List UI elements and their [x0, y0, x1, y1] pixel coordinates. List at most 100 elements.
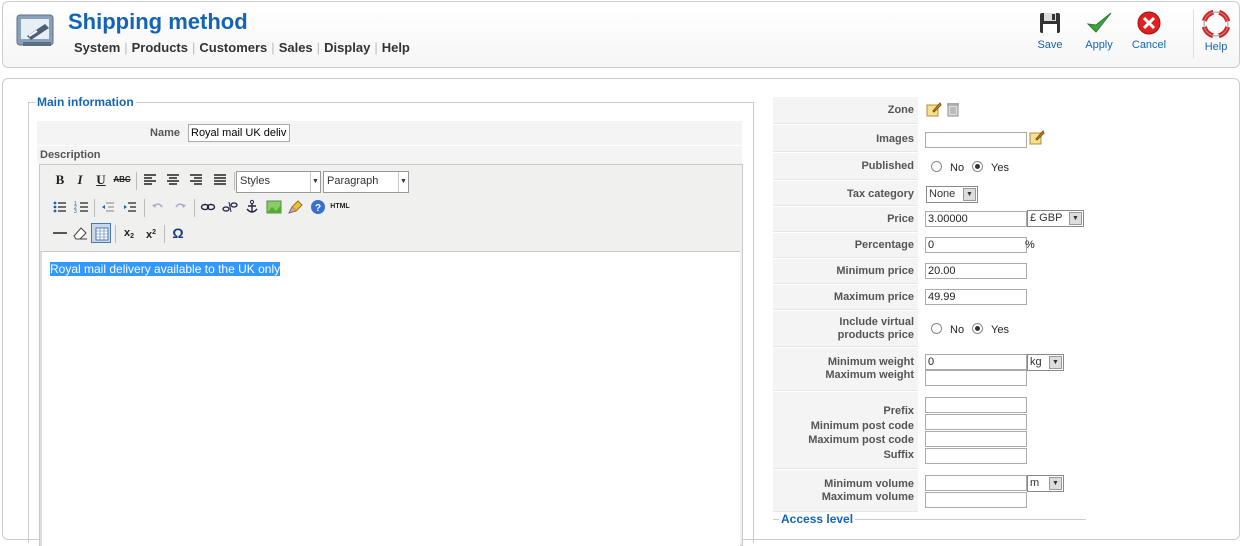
checkmark-icon	[1086, 12, 1112, 33]
chevron-down-icon: ▼	[1069, 212, 1082, 225]
link-icon[interactable]	[198, 197, 218, 217]
menu-sales[interactable]: Sales	[279, 40, 313, 55]
published-yes-radio[interactable]	[972, 161, 983, 172]
images-label: Images	[876, 133, 914, 145]
volume-unit-select[interactable]: m ▼	[1027, 475, 1064, 492]
name-input[interactable]	[188, 124, 290, 142]
subscript-icon[interactable]: x2	[119, 223, 139, 243]
percentage-input[interactable]	[925, 237, 1027, 253]
tax-category-row: Tax category None ▼	[773, 181, 1086, 206]
edit-zone-icon[interactable]	[926, 101, 942, 120]
bold-icon[interactable]: B	[50, 170, 70, 190]
tax-category-select[interactable]: None ▼	[926, 186, 978, 203]
weight-unit-select[interactable]: kg ▼	[1027, 354, 1064, 371]
format-select[interactable]: Paragraph ▼	[323, 171, 409, 193]
suffix-input[interactable]	[925, 448, 1027, 464]
virtual-no-radio[interactable]	[931, 323, 942, 334]
apply-button[interactable]: Apply	[1076, 10, 1122, 51]
menu-display[interactable]: Display	[324, 40, 370, 55]
minimum-price-label: Minimum price	[836, 265, 914, 277]
published-no-radio[interactable]	[931, 161, 942, 172]
include-virtual-row: Include virtual products price No Yes	[773, 311, 1086, 347]
main-information-fieldset: Main information Name Description B I U …	[28, 95, 754, 546]
editor-selected-text[interactable]: Royal mail delivery available to the UK …	[50, 262, 281, 276]
numbered-list-icon[interactable]: 123	[72, 197, 92, 217]
superscript-icon[interactable]: x2	[141, 223, 161, 243]
outdent-icon[interactable]	[98, 197, 118, 217]
chevron-down-icon: ▼	[1049, 356, 1062, 369]
maximum-price-label: Maximum price	[833, 291, 914, 303]
editor-separator	[144, 199, 145, 217]
horizontal-rule-icon[interactable]	[50, 223, 70, 243]
minimum-price-row: Minimum price	[773, 259, 1086, 284]
cleanup-brush-icon[interactable]	[286, 197, 306, 217]
published-row: Published No Yes	[773, 153, 1086, 180]
percentage-label-cell: Percentage	[773, 233, 918, 258]
italic-icon[interactable]: I	[70, 170, 90, 190]
underline-icon[interactable]: U	[91, 170, 111, 190]
menu-customers[interactable]: Customers	[199, 40, 267, 55]
volume-labels: Minimum volume Maximum volume	[822, 478, 914, 504]
lifebuoy-icon	[1202, 10, 1230, 38]
editor-separator	[136, 172, 137, 190]
strikethrough-icon[interactable]: ABC	[112, 170, 132, 190]
maximum-weight-input[interactable]	[925, 370, 1027, 386]
post-code-labels: Prefix Minimum post code Maximum post co…	[808, 404, 914, 462]
zone-label-cell: Zone	[773, 97, 918, 124]
maximum-volume-input[interactable]	[925, 492, 1027, 508]
editor-separator	[94, 199, 95, 217]
help-button[interactable]: Help	[1193, 10, 1239, 53]
eraser-icon[interactable]	[70, 223, 90, 243]
published-yes-label: Yes	[991, 162, 1009, 174]
save-button[interactable]: Save	[1027, 10, 1073, 51]
currency-select[interactable]: £ GBP ▼	[1027, 210, 1084, 227]
styles-select-value: Styles	[240, 175, 270, 187]
align-left-icon[interactable]	[140, 170, 160, 190]
description-label: Description	[40, 149, 101, 161]
editor-separator	[194, 199, 195, 217]
unlink-icon[interactable]	[220, 197, 240, 217]
menu-help[interactable]: Help	[382, 40, 410, 55]
align-center-icon[interactable]	[163, 170, 183, 190]
max-price-label-cell: Maximum price	[773, 285, 918, 310]
editor-content-area[interactable]: Royal mail delivery available to the UK …	[40, 251, 740, 546]
special-character-icon[interactable]: Ω	[168, 223, 188, 243]
svg-text:3: 3	[74, 209, 77, 215]
include-virtual-label-line-1: Include virtual	[839, 316, 914, 328]
undo-icon[interactable]	[148, 197, 168, 217]
tax-label-cell: Tax category	[773, 181, 918, 206]
post-code-label-cell: Prefix Minimum post code Maximum post co…	[773, 392, 918, 469]
minimum-post-code-input[interactable]	[925, 414, 1027, 430]
visual-aid-icon[interactable]	[91, 223, 111, 243]
anchor-icon[interactable]	[242, 197, 262, 217]
menu-products[interactable]: Products	[132, 40, 188, 55]
editor-separator	[164, 225, 165, 243]
minimum-price-input[interactable]	[925, 263, 1027, 279]
minimum-volume-input[interactable]	[925, 475, 1027, 491]
images-input[interactable]	[925, 132, 1027, 148]
editor-separator	[115, 225, 116, 243]
insert-image-icon[interactable]	[264, 197, 284, 217]
html-source-icon[interactable]: HTML	[330, 197, 350, 217]
help-circle-icon[interactable]: ?	[308, 197, 328, 217]
edit-images-icon[interactable]	[1029, 129, 1045, 148]
price-input[interactable]	[925, 211, 1027, 227]
menu-system[interactable]: System	[74, 40, 120, 55]
align-justify-icon[interactable]	[210, 170, 230, 190]
maximum-post-code-input[interactable]	[925, 431, 1027, 447]
align-right-icon[interactable]	[186, 170, 206, 190]
bullet-list-icon[interactable]	[50, 197, 70, 217]
styles-select[interactable]: Styles ▼	[236, 171, 321, 193]
cancel-button[interactable]: Cancel	[1126, 10, 1172, 51]
floppy-disk-icon	[1040, 13, 1060, 33]
prefix-input[interactable]	[925, 397, 1027, 413]
published-no-label: No	[950, 162, 965, 174]
delete-trash-icon[interactable]	[947, 101, 959, 120]
virtual-yes-radio[interactable]	[972, 323, 983, 334]
minimum-weight-input[interactable]	[925, 354, 1027, 370]
redo-icon[interactable]	[170, 197, 190, 217]
header-bar: Shipping method System | Products | Customer…	[2, 1, 1240, 68]
percentage-unit: %	[1025, 239, 1035, 251]
maximum-price-input[interactable]	[925, 289, 1027, 305]
indent-icon[interactable]	[120, 197, 140, 217]
